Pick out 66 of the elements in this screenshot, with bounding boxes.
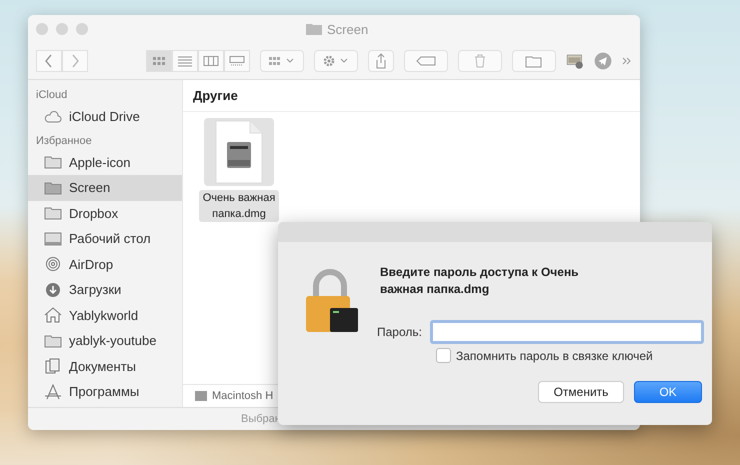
- folder-icon: [306, 23, 322, 35]
- icon-view-button[interactable]: [146, 50, 172, 72]
- folder-icon: [44, 332, 62, 349]
- gear-icon: [322, 54, 350, 68]
- folder-icon: [44, 180, 62, 196]
- file-item[interactable]: Очень важная папка.dmg: [197, 118, 281, 222]
- chevron-right-icon: [70, 54, 80, 68]
- gallery-view-button[interactable]: [224, 50, 250, 72]
- close-button[interactable]: [36, 23, 48, 35]
- zoom-button[interactable]: [76, 23, 88, 35]
- apps-icon: [44, 384, 62, 400]
- settings-button[interactable]: [314, 50, 358, 72]
- share-button[interactable]: [368, 50, 394, 72]
- padlock-icon: [304, 268, 360, 334]
- list-view-button[interactable]: [172, 50, 198, 72]
- folder-icon: [44, 154, 62, 170]
- grid-dropdown-icon: [268, 55, 296, 67]
- sidebar-item[interactable]: AirDrop: [28, 252, 182, 277]
- columns-icon: [203, 55, 219, 67]
- home-icon: [44, 307, 62, 324]
- list-icon: [177, 55, 193, 67]
- cloud-icon: [44, 108, 62, 125]
- documents-icon: [44, 358, 62, 374]
- file-name: Очень важная папка.dmg: [199, 190, 279, 222]
- tag-icon: [416, 56, 436, 66]
- trash-icon: [474, 54, 486, 68]
- sidebar-item[interactable]: iCloud Drive: [28, 104, 182, 130]
- checkbox[interactable]: [436, 348, 451, 363]
- sidebar-item[interactable]: Yablykworld: [28, 302, 182, 328]
- download-icon: [44, 282, 62, 298]
- back-button[interactable]: [36, 50, 62, 72]
- share-icon: [375, 53, 387, 69]
- sidebar-item[interactable]: Программы: [28, 379, 182, 404]
- sidebar-heading: iCloud: [35, 88, 68, 103]
- sidebar-item[interactable]: Apple-icon: [28, 150, 182, 175]
- sidebar-item[interactable]: Dropbox: [28, 200, 182, 226]
- new-folder-button[interactable]: [512, 50, 556, 72]
- gallery-icon: [229, 55, 245, 67]
- grid-icon: [151, 55, 167, 67]
- group-button[interactable]: [260, 50, 304, 72]
- minimize-button[interactable]: [56, 23, 68, 35]
- chevron-left-icon: [44, 54, 54, 68]
- desktop-icon: [44, 230, 62, 247]
- folder-icon: [525, 54, 543, 68]
- hard-drive-icon: [195, 390, 207, 402]
- dialog-message: Введите пароль доступа к Очень важная папка.dmg: [380, 264, 580, 298]
- window-title: Screen: [327, 22, 368, 36]
- section-title: Другие: [183, 80, 640, 112]
- forward-button[interactable]: [62, 50, 88, 72]
- password-field[interactable]: [430, 320, 704, 344]
- trash-button[interactable]: [458, 50, 502, 72]
- cancel-button[interactable]: Отменить: [538, 381, 624, 403]
- sidebar-item[interactable]: Загрузки: [28, 277, 182, 302]
- path-bar-text: Macintosh H: [212, 390, 274, 402]
- sidebar-item[interactable]: Документы: [28, 354, 182, 379]
- sidebar-heading: Избранное: [35, 134, 93, 148]
- airdrop-icon: [44, 256, 62, 272]
- folder-icon: [44, 205, 62, 222]
- checkbox-label: Запомнить пароль в связке ключей: [456, 348, 653, 362]
- double-chevron-icon[interactable]: [622, 56, 632, 66]
- column-view-button[interactable]: [198, 50, 224, 72]
- sidebar-item[interactable]: yablyk-youtube: [28, 328, 182, 354]
- sidebar-item[interactable]: Рабочий стол: [28, 226, 182, 252]
- tag-button[interactable]: [404, 50, 448, 72]
- password-label: Пароль:: [377, 325, 422, 339]
- sidebar-item[interactable]: Screen: [28, 175, 182, 200]
